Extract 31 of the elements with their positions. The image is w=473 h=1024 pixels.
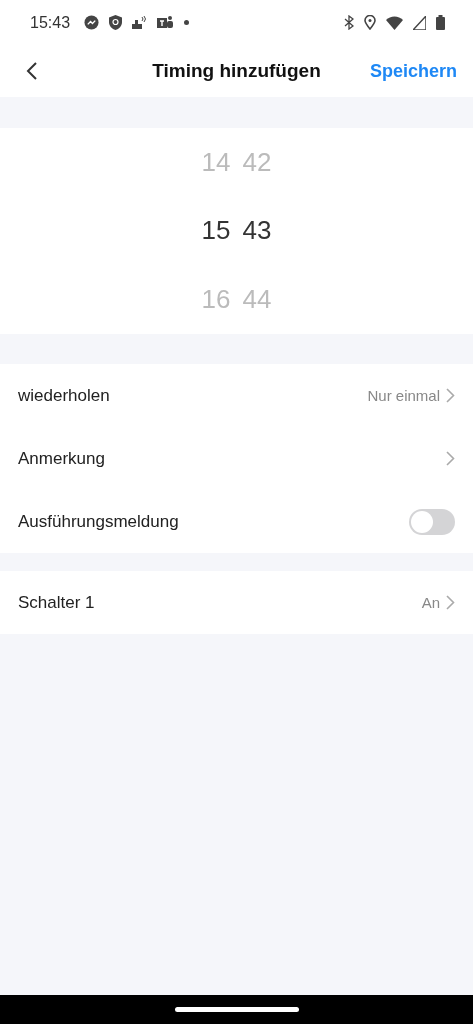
chevron-icon — [446, 595, 455, 610]
picker-value[interactable]: 43 — [242, 215, 272, 247]
signal-icon — [413, 15, 426, 30]
row-value: An — [421, 594, 440, 611]
bluetooth-icon — [344, 15, 354, 30]
teams-icon — [157, 15, 175, 30]
time-picker[interactable]: 14 15 16 42 43 44 — [0, 128, 473, 334]
battery-icon — [436, 15, 445, 30]
settings-row[interactable]: Anmerkung — [0, 427, 473, 490]
chevron-icon — [446, 451, 455, 466]
messenger-icon — [84, 15, 100, 30]
location-icon — [364, 15, 376, 30]
row-label: wiederholen — [18, 385, 111, 406]
shield-icon — [109, 15, 123, 30]
wifi-icon — [386, 15, 403, 30]
row-label: Anmerkung — [18, 448, 106, 469]
picker-value[interactable]: 15 — [201, 215, 231, 247]
home-handle[interactable] — [174, 1007, 299, 1012]
chevron-icon — [446, 388, 455, 403]
dot-icon — [184, 20, 190, 25]
back-icon[interactable] — [26, 61, 38, 81]
row-label: Schalter 1 — [18, 592, 96, 613]
settings-row[interactable]: Schalter 1 An — [0, 571, 473, 634]
status-time: 15:43 — [30, 13, 71, 32]
row-label: Ausführungsmeldung — [18, 511, 180, 532]
toggle-switch[interactable] — [409, 508, 455, 535]
speaker-icon — [132, 15, 148, 30]
row-value: Nur einmal — [367, 387, 440, 404]
save-button[interactable]: Speichern — [369, 60, 457, 82]
page-title: Timing hinzufügen — [152, 60, 321, 81]
settings-row[interactable]: wiederholen Nur einmal — [0, 364, 473, 427]
